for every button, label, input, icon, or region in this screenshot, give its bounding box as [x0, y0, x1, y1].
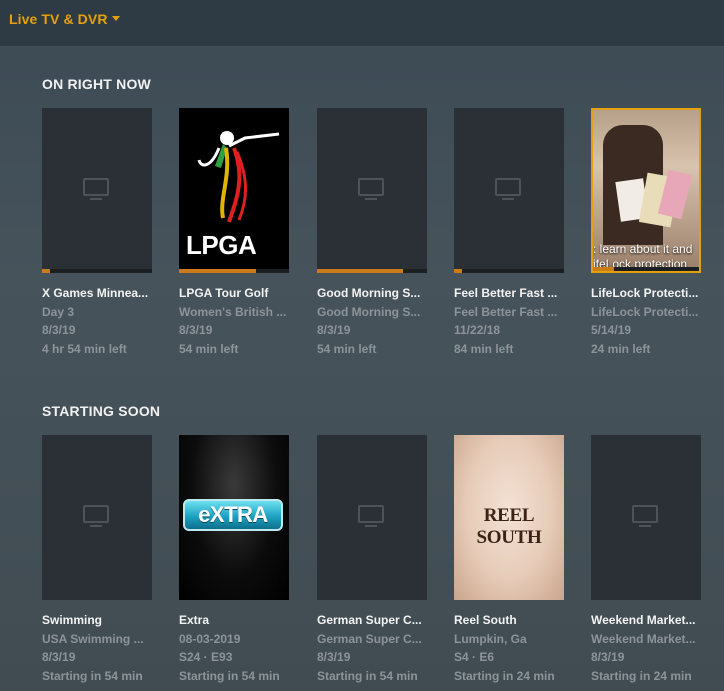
poster-lifelock[interactable]: : learn about it and ifeLock protection — [591, 108, 701, 273]
program-title[interactable]: Swimming — [42, 611, 154, 630]
program-date: 8/3/19 — [179, 323, 213, 337]
progress-fill — [317, 269, 403, 273]
progress-bar — [179, 269, 289, 273]
poster-placeholder[interactable] — [454, 108, 564, 273]
program-card[interactable]: German Super C... German Super C... 8/3/… — [317, 435, 427, 685]
program-card[interactable]: LPGA LPGA Tour Golf Women's British ... … — [179, 108, 289, 358]
program-date: S4 · E6 — [454, 650, 495, 664]
tv-icon — [495, 178, 521, 200]
program-title[interactable]: Extra — [179, 611, 291, 630]
program-title[interactable]: X Games Minnea... — [42, 284, 154, 303]
program-card[interactable]: eXTRA Extra 08-03-2019 S24 · E93 Startin… — [179, 435, 289, 685]
tv-icon — [83, 178, 109, 200]
program-title[interactable]: Weekend Market... — [591, 611, 703, 630]
program-date: 8/3/19 — [42, 650, 76, 664]
program-subtitle: German Super C... — [317, 631, 422, 646]
tv-icon — [632, 505, 658, 527]
program-subtitle: Women's British ... — [179, 304, 287, 319]
program-date: 11/22/18 — [454, 323, 501, 337]
tv-icon — [358, 505, 384, 527]
section-title-on-right-now: ON RIGHT NOW — [42, 76, 151, 92]
poster-extra[interactable]: eXTRA — [179, 435, 289, 600]
program-subtitle: Weekend Market... — [591, 631, 696, 646]
program-title[interactable]: LifeLock Protecti... — [591, 284, 703, 303]
program-subtitle: USA Swimming ... — [42, 631, 144, 646]
poster-lpga[interactable]: LPGA — [179, 108, 289, 273]
program-card[interactable]: Good Morning S... Good Morning S... 8/3/… — [317, 108, 427, 358]
program-date: 8/3/19 — [317, 650, 351, 664]
program-subtitle: Good Morning S... — [317, 304, 421, 319]
poster-placeholder[interactable] — [42, 108, 152, 273]
program-date: 5/14/19 — [591, 323, 632, 337]
program-card[interactable]: Feel Better Fast ... Feel Better Fast ..… — [454, 108, 564, 358]
tv-icon — [83, 505, 109, 527]
program-status: 4 hr 54 min left — [42, 341, 127, 356]
live-tv-title: Live TV & DVR — [9, 11, 108, 27]
progress-bar — [317, 269, 427, 273]
progress-fill — [42, 269, 50, 273]
poster-reel-south[interactable]: REEL SOUTH — [454, 435, 564, 600]
program-card[interactable]: Swimming USA Swimming ... 8/3/19 Startin… — [42, 435, 152, 685]
program-status: 54 min left — [179, 341, 239, 356]
program-card[interactable]: X Games Minnea... Day 3 8/3/19 4 hr 54 m… — [42, 108, 152, 358]
poster-placeholder[interactable] — [317, 108, 427, 273]
progress-fill — [179, 269, 256, 273]
program-title[interactable]: Good Morning S... — [317, 284, 429, 303]
tv-icon — [358, 178, 384, 200]
program-subtitle: Feel Better Fast ... — [454, 304, 558, 319]
program-status: 84 min left — [454, 341, 514, 356]
program-card[interactable]: Weekend Market... Weekend Market... 8/3/… — [591, 435, 701, 685]
program-title[interactable]: Feel Better Fast ... — [454, 284, 566, 303]
poster-caption-line-1: : learn about it and — [593, 242, 693, 256]
caret-down-icon — [111, 15, 120, 21]
program-status: Starting in 54 min — [179, 668, 280, 683]
progress-fill — [593, 267, 615, 271]
lpga-golfer-logo — [197, 131, 280, 223]
poster-placeholder[interactable] — [42, 435, 152, 600]
poster-text: LPGA — [186, 230, 257, 260]
program-subtitle: 08-03-2019 — [179, 631, 241, 646]
program-subtitle: Lumpkin, Ga — [454, 631, 527, 646]
program-title[interactable]: German Super C... — [317, 611, 429, 630]
program-title[interactable]: Reel South — [454, 611, 566, 630]
program-subtitle: Day 3 — [42, 304, 75, 319]
program-status: Starting in 54 min — [42, 668, 143, 683]
live-tv-dropdown[interactable]: Live TV & DVR — [9, 11, 120, 27]
program-card[interactable]: REEL SOUTH Reel South Lumpkin, Ga S4 · E… — [454, 435, 564, 685]
program-status: 24 min left — [591, 341, 651, 356]
program-date: 8/3/19 — [42, 323, 76, 337]
poster-text: REEL SOUTH — [476, 505, 542, 548]
progress-bar — [42, 269, 152, 273]
program-status: 54 min left — [317, 341, 377, 356]
program-status: Starting in 24 min — [591, 668, 692, 683]
top-bar: Live TV & DVR — [0, 0, 724, 46]
program-date: 8/3/19 — [591, 650, 625, 664]
program-status: Starting in 24 min — [454, 668, 555, 683]
poster-placeholder[interactable] — [591, 435, 701, 600]
program-date: S24 · E93 — [179, 650, 233, 664]
progress-bar — [454, 269, 564, 273]
program-status: Starting in 54 min — [317, 668, 418, 683]
poster-text: eXTRA — [183, 499, 283, 531]
progress-fill — [454, 269, 462, 273]
program-date: 8/3/19 — [317, 323, 351, 337]
program-subtitle: LifeLock Protecti... — [591, 304, 699, 319]
section-title-starting-soon: STARTING SOON — [42, 403, 161, 419]
poster-placeholder[interactable] — [317, 435, 427, 600]
progress-bar — [593, 267, 699, 271]
program-card-selected[interactable]: : learn about it and ifeLock protection … — [591, 108, 701, 358]
program-title[interactable]: LPGA Tour Golf — [179, 284, 291, 303]
